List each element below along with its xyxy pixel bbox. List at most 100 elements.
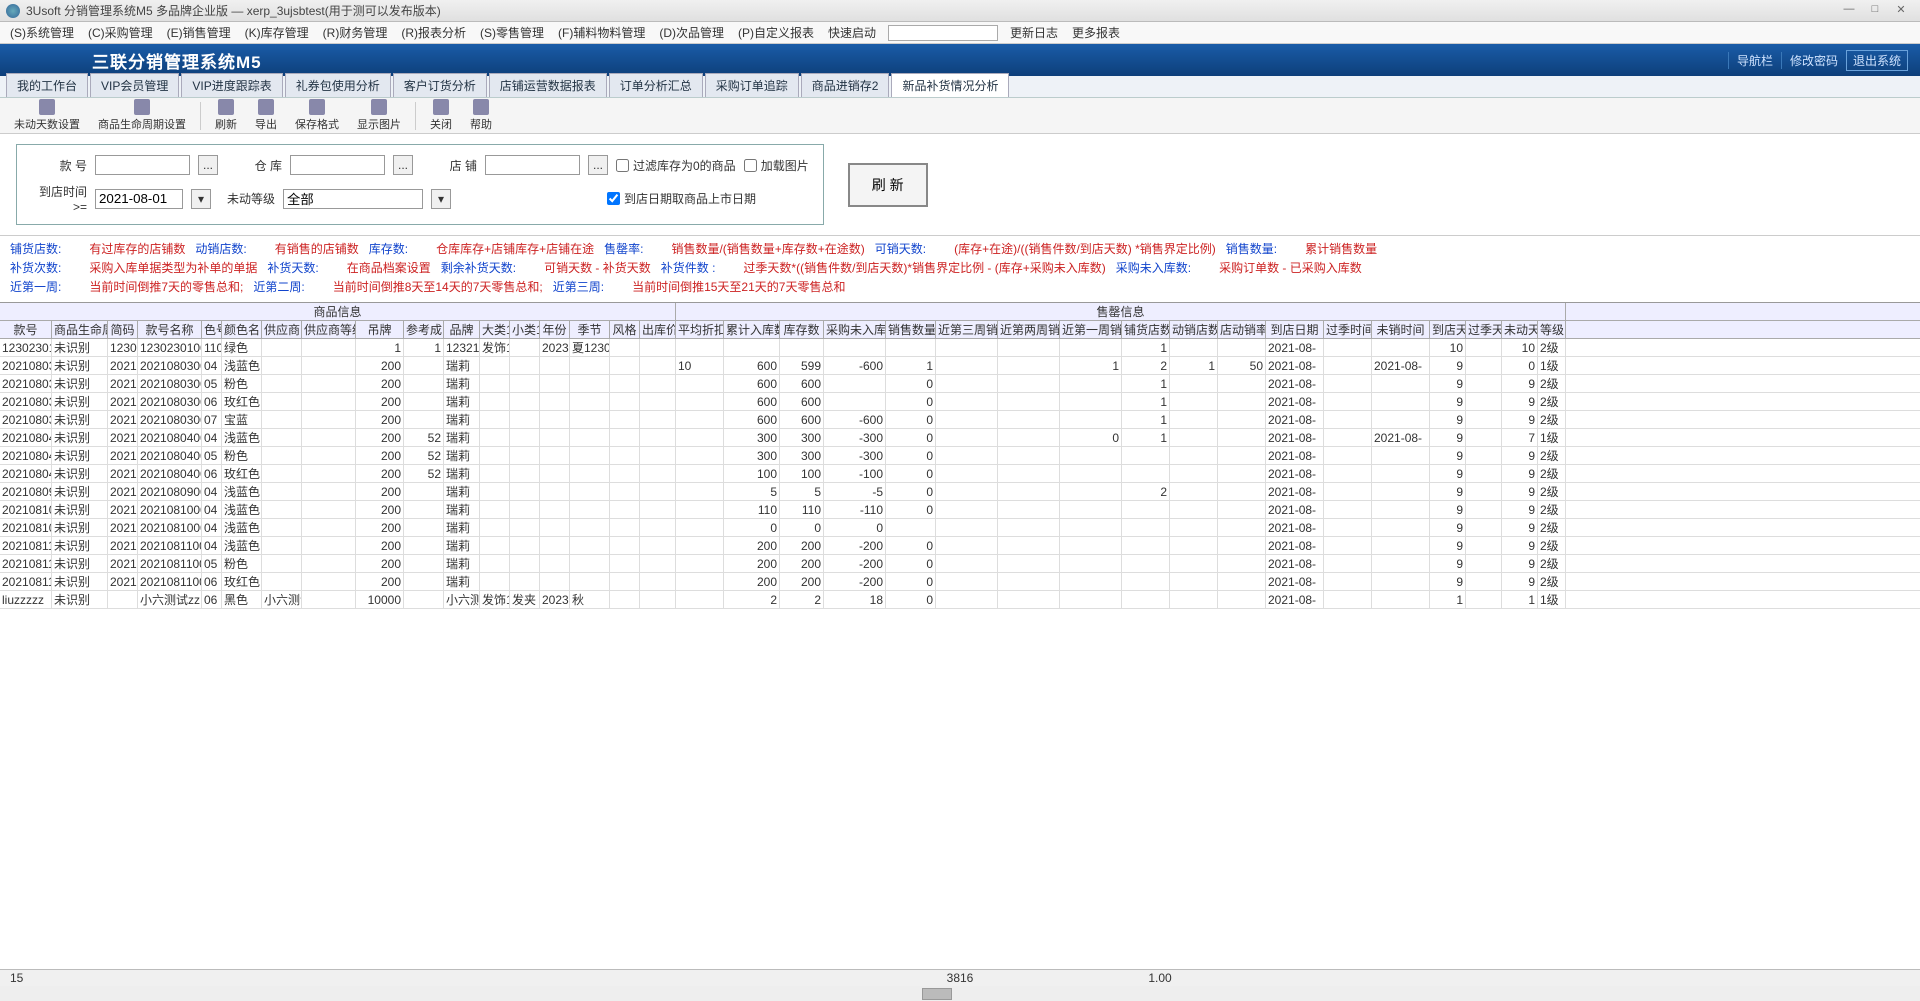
col-header[interactable]: 过季天 xyxy=(1466,321,1502,338)
table-row[interactable]: 1230230100未识别123021230230100110绿色1112321… xyxy=(0,339,1920,357)
col-header[interactable]: 供应商等级 xyxy=(302,321,356,338)
quick-launch-input[interactable] xyxy=(888,25,998,41)
filter-zero-stock-checkbox[interactable]: 过滤库存为0的商品 xyxy=(616,157,736,174)
col-header[interactable]: 季节 xyxy=(570,321,610,338)
menu-item-5[interactable]: (R)报表分析 xyxy=(395,22,472,43)
col-header[interactable]: 款号 xyxy=(0,321,52,338)
level-dropdown[interactable]: ▾ xyxy=(431,189,451,209)
load-image-checkbox[interactable]: 加载图片 xyxy=(744,157,809,174)
col-header[interactable]: 累计入库数 xyxy=(724,321,780,338)
col-header[interactable]: 到店日期 xyxy=(1266,321,1324,338)
col-header[interactable]: 吊牌 xyxy=(356,321,404,338)
menu-item-1[interactable]: (C)采购管理 xyxy=(82,22,159,43)
col-header[interactable]: 未动天 xyxy=(1502,321,1538,338)
col-header[interactable]: 商品生命周期 xyxy=(52,321,108,338)
col-header[interactable]: 大类1 xyxy=(480,321,510,338)
col-header[interactable]: 供应商 xyxy=(262,321,302,338)
col-header[interactable]: 到店天 xyxy=(1430,321,1466,338)
col-header[interactable]: 近第三周销 xyxy=(936,321,998,338)
close-button[interactable]: ✕ xyxy=(1888,3,1914,19)
menu-item-4[interactable]: (R)财务管理 xyxy=(317,22,394,43)
warehouse-lookup-button[interactable]: ... xyxy=(393,155,413,175)
table-row[interactable]: 2021081100未识别20210202108110005粉色200瑞莉200… xyxy=(0,555,1920,573)
level-select[interactable] xyxy=(283,189,423,209)
table-row[interactable]: 2021080400未识别20210202108040006玫红色20052瑞莉… xyxy=(0,465,1920,483)
table-row[interactable]: 2021080900未识别20210202108090004浅蓝色200瑞莉55… xyxy=(0,483,1920,501)
nav-exit[interactable]: 退出系统 xyxy=(1846,50,1908,71)
table-row[interactable]: 2021080400未识别20210202108040005粉色20052瑞莉3… xyxy=(0,447,1920,465)
store-lookup-button[interactable]: ... xyxy=(588,155,608,175)
table-row[interactable]: 2021080300未识别20210202108030004浅蓝色200瑞莉10… xyxy=(0,357,1920,375)
tab-5[interactable]: 店铺运营数据报表 xyxy=(489,73,607,97)
menu-item-6[interactable]: (S)零售管理 xyxy=(474,22,550,43)
warehouse-input[interactable] xyxy=(290,155,385,175)
toolbtn-unsold-days[interactable]: 未动天数设置 xyxy=(6,97,88,134)
menu-item-7[interactable]: (F)辅料物料管理 xyxy=(552,22,651,43)
tab-4[interactable]: 客户订货分析 xyxy=(393,73,487,97)
table-row[interactable]: 2021080300未识别20210202108030007宝蓝200瑞莉600… xyxy=(0,411,1920,429)
col-header[interactable]: 款号名称 xyxy=(138,321,202,338)
toolbtn-export[interactable]: 导出 xyxy=(247,97,285,134)
table-row[interactable]: 2021081100未识别20210202108110006玫红色200瑞莉20… xyxy=(0,573,1920,591)
col-header[interactable]: 品牌 xyxy=(444,321,480,338)
menu-item-3[interactable]: (K)库存管理 xyxy=(239,22,315,43)
col-header[interactable]: 参考成 xyxy=(404,321,444,338)
style-lookup-button[interactable]: ... xyxy=(198,155,218,175)
col-header[interactable]: 颜色名 xyxy=(222,321,262,338)
menu-item-2[interactable]: (E)销售管理 xyxy=(161,22,237,43)
col-header[interactable]: 近第一周销 xyxy=(1060,321,1122,338)
col-header[interactable]: 铺货店数 xyxy=(1122,321,1170,338)
maximize-button[interactable]: □ xyxy=(1862,3,1888,19)
table-row[interactable]: 2021081000未识别20210202108100004浅蓝色200瑞莉11… xyxy=(0,501,1920,519)
col-header[interactable]: 等级 xyxy=(1538,321,1566,338)
style-input[interactable] xyxy=(95,155,190,175)
arrive-date-dropdown[interactable]: ▾ xyxy=(191,189,211,209)
menu-extra-1[interactable]: 更多报表 xyxy=(1066,22,1126,43)
refresh-button[interactable]: 刷 新 xyxy=(848,163,928,207)
toolbtn-help[interactable]: 帮助 xyxy=(462,97,500,134)
toolbtn-close[interactable]: 关闭 xyxy=(422,97,460,134)
table-row[interactable]: 2021080400未识别20210202108040004浅蓝色20052瑞莉… xyxy=(0,429,1920,447)
table-row[interactable]: 2021081000未识别20210202108100004浅蓝色200瑞莉00… xyxy=(0,519,1920,537)
menu-item-8[interactable]: (D)次品管理 xyxy=(653,22,730,43)
menu-item-9[interactable]: (P)自定义报表 xyxy=(732,22,820,43)
data-grid[interactable]: 商品信息售罄信息款号商品生命周期简码款号名称色号颜色名供应商供应商等级吊牌参考成… xyxy=(0,302,1920,609)
col-header[interactable]: 采购未入库数 xyxy=(824,321,886,338)
table-row[interactable]: liuzzzzz未识别小六测试zz06黑色小六测试10000小六测试发饰1发夹2… xyxy=(0,591,1920,609)
toolbtn-refresh[interactable]: 刷新 xyxy=(207,97,245,134)
use-listing-date-checkbox[interactable]: 到店日期取商品上市日期 xyxy=(607,190,756,207)
col-header[interactable]: 平均折扣 xyxy=(676,321,724,338)
col-header[interactable]: 色号 xyxy=(202,321,222,338)
toolbtn-showimg[interactable]: 显示图片 xyxy=(349,97,409,134)
table-row[interactable]: 2021080300未识别20210202108030005粉色200瑞莉600… xyxy=(0,375,1920,393)
toolbtn-saveformat[interactable]: 保存格式 xyxy=(287,97,347,134)
horizontal-scrollbar[interactable] xyxy=(0,986,1920,1001)
tab-2[interactable]: VIP进度跟踪表 xyxy=(181,73,282,97)
col-header[interactable]: 出库价 xyxy=(640,321,676,338)
menu-item-0[interactable]: (S)系统管理 xyxy=(4,22,80,43)
col-header[interactable]: 销售数量 xyxy=(886,321,936,338)
table-row[interactable]: 2021081100未识别20210202108110004浅蓝色200瑞莉20… xyxy=(0,537,1920,555)
tab-7[interactable]: 采购订单追踪 xyxy=(705,73,799,97)
col-header[interactable]: 近第两周销 xyxy=(998,321,1060,338)
col-header[interactable]: 小类1 xyxy=(510,321,540,338)
col-header[interactable]: 店动销率 xyxy=(1218,321,1266,338)
tab-9[interactable]: 新品补货情况分析 xyxy=(891,73,1009,97)
col-header[interactable]: 未销时间 xyxy=(1372,321,1430,338)
col-header[interactable]: 年份 xyxy=(540,321,570,338)
tab-6[interactable]: 订单分析汇总 xyxy=(609,73,703,97)
tab-3[interactable]: 礼券包使用分析 xyxy=(285,73,391,97)
tab-0[interactable]: 我的工作台 xyxy=(6,73,88,97)
store-input[interactable] xyxy=(485,155,580,175)
tab-8[interactable]: 商品进销存2 xyxy=(801,73,890,97)
col-header[interactable]: 风格 xyxy=(610,321,640,338)
col-header[interactable]: 过季时间 xyxy=(1324,321,1372,338)
tab-1[interactable]: VIP会员管理 xyxy=(90,73,179,97)
table-row[interactable]: 2021080300未识别20210202108030006玫红色200瑞莉60… xyxy=(0,393,1920,411)
nav-password[interactable]: 修改密码 xyxy=(1781,52,1846,69)
grid-header-row[interactable]: 款号商品生命周期简码款号名称色号颜色名供应商供应商等级吊牌参考成品牌大类1小类1… xyxy=(0,321,1920,339)
col-header[interactable]: 库存数 xyxy=(780,321,824,338)
arrive-date-input[interactable] xyxy=(95,189,183,209)
menu-extra-0[interactable]: 更新日志 xyxy=(1004,22,1064,43)
nav-guide[interactable]: 导航栏 xyxy=(1728,52,1781,69)
